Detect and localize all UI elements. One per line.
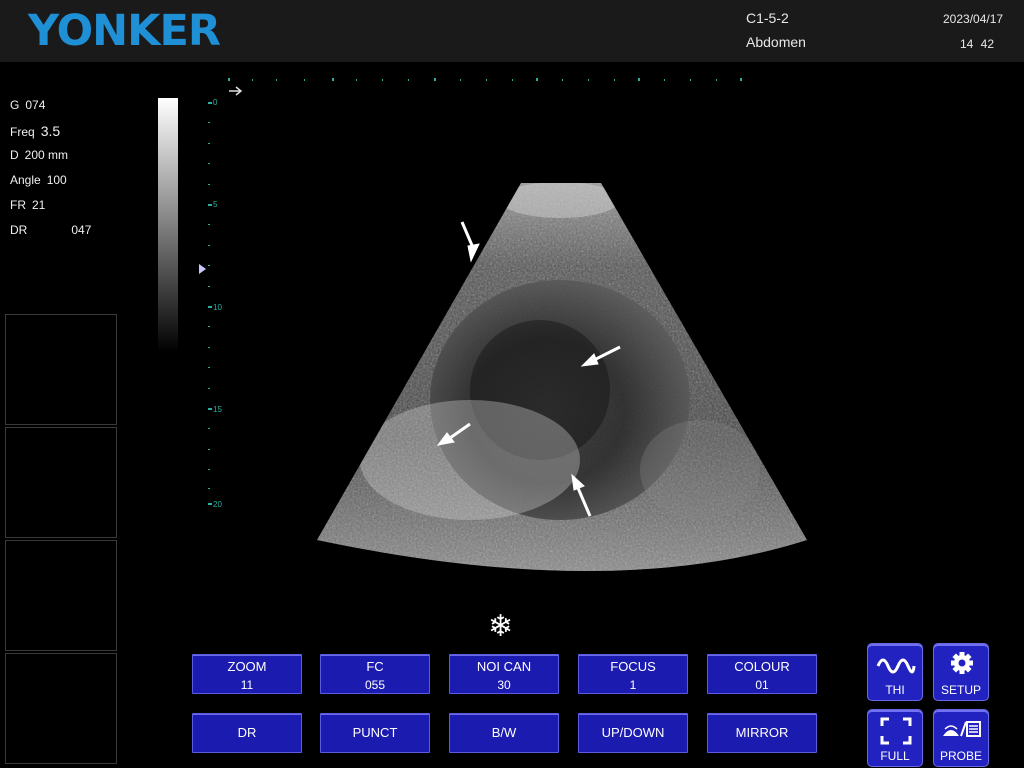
up-down-button[interactable]: UP/DOWN: [578, 713, 688, 753]
dr-button[interactable]: DR: [192, 713, 302, 753]
ultrasound-image-area[interactable]: 0 5 10 15 20: [0, 0, 1024, 600]
noise-cancel-button[interactable]: NOI CAN 30: [449, 654, 559, 694]
focus-button[interactable]: FOCUS 1: [578, 654, 688, 694]
fullscreen-icon: [880, 717, 912, 745]
gear-icon: [951, 652, 973, 674]
depth-scale: 0 5 10 15 20: [208, 98, 222, 509]
depth-label-0: 0: [213, 98, 218, 107]
focus-marker-icon: [199, 264, 206, 274]
snowflake-icon: ❄: [488, 610, 514, 643]
bw-button[interactable]: B/W: [449, 713, 559, 753]
thi-wave-icon: [876, 658, 916, 674]
thumbnail-slot-4[interactable]: [5, 653, 117, 764]
orientation-arrow-icon: [229, 86, 243, 96]
colour-button[interactable]: COLOUR 01: [707, 654, 817, 694]
zoom-button[interactable]: ZOOM 11: [192, 654, 302, 694]
probe-icon: [943, 721, 981, 737]
depth-label-10: 10: [213, 303, 222, 312]
ultrasound-fan-image: [317, 183, 807, 571]
probe-button[interactable]: PROBE: [933, 709, 989, 767]
depth-label-15: 15: [213, 405, 222, 414]
thi-button[interactable]: THI: [867, 643, 923, 701]
depth-label-20: 20: [213, 500, 222, 509]
depth-label-5: 5: [213, 200, 218, 209]
full-screen-button[interactable]: FULL: [867, 709, 923, 767]
fc-button[interactable]: FC 055: [320, 654, 430, 694]
setup-button[interactable]: SETUP: [933, 643, 989, 701]
lateral-scale: [228, 78, 742, 81]
mirror-button[interactable]: MIRROR: [707, 713, 817, 753]
puncture-button[interactable]: PUNCT: [320, 713, 430, 753]
